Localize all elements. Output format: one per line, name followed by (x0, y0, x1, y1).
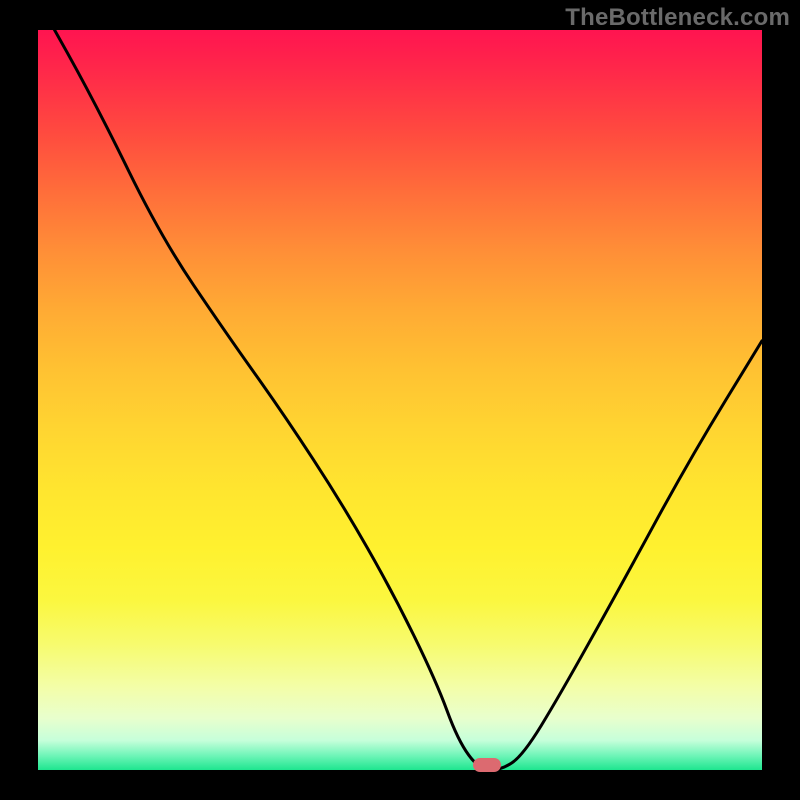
chart-container: TheBottleneck.com (0, 0, 800, 800)
plot-area (38, 30, 762, 770)
optimal-point-marker (473, 758, 501, 772)
curve-path (38, 30, 762, 770)
watermark-text: TheBottleneck.com (565, 4, 790, 32)
bottleneck-curve (38, 30, 762, 770)
